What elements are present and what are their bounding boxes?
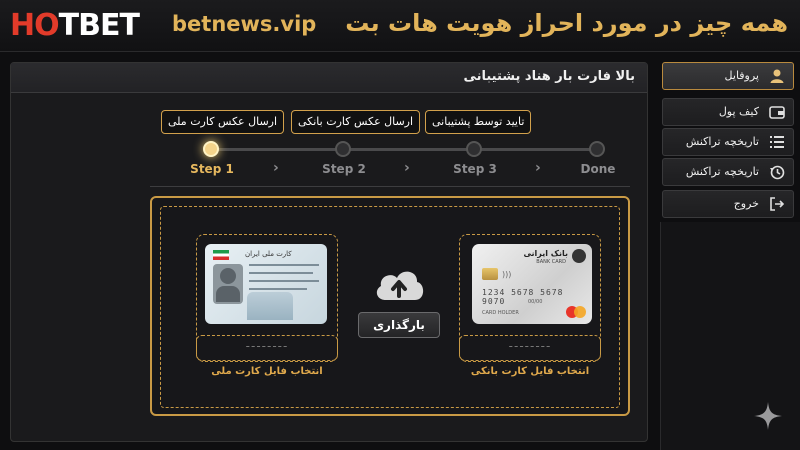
- chevron-right-icon: ›: [404, 160, 410, 176]
- building-watermark: [247, 292, 293, 320]
- logout-icon: [769, 196, 785, 212]
- mastercard-orange-icon: [574, 306, 586, 318]
- id-line: [249, 280, 319, 282]
- hotbet-logo[interactable]: HOTBET: [10, 8, 140, 43]
- step1-dot[interactable]: [203, 141, 219, 157]
- id-line: [249, 272, 313, 274]
- card-expiry: 00/00: [528, 299, 543, 305]
- step3-label: Step 3: [453, 162, 497, 176]
- sidebar-item-logout[interactable]: خروج: [662, 190, 794, 218]
- steps-track: [208, 148, 598, 151]
- site-url: betnews.vip: [172, 12, 317, 36]
- step2-tooltip: ارسال عکس کارت بانکی: [291, 110, 421, 134]
- upload-button[interactable]: بارگذاری: [358, 312, 440, 338]
- bank-card-file-field[interactable]: --------: [459, 335, 601, 361]
- list-icon: [769, 134, 785, 150]
- step3-dot[interactable]: [466, 141, 482, 157]
- step1-label: Step 1: [190, 162, 234, 176]
- card-holder: CARD HOLDER: [482, 310, 519, 316]
- id-card-file-field[interactable]: --------: [196, 335, 338, 361]
- page-headline: همه چیز در مورد احراز هویت هات بت: [345, 9, 788, 37]
- cloud-upload-icon: [376, 271, 424, 300]
- bank-card-sub: BANK CARD: [536, 259, 566, 265]
- sidebar-item-profile[interactable]: پروفایل: [662, 62, 794, 90]
- chevron-right-icon: ›: [535, 160, 541, 176]
- id-line: [249, 264, 319, 266]
- user-icon: [769, 68, 785, 84]
- id-card-caption: انتخاب فایل کارت ملی: [211, 366, 323, 377]
- sidebar-item-history[interactable]: تاریخچه تراکنش: [662, 158, 794, 186]
- sidebar-item-wallet[interactable]: کیف پول: [662, 98, 794, 126]
- step3-tooltip: تایید توسط پشتیبانی: [425, 110, 532, 134]
- step1-tooltip: ارسال عکس کارت ملی: [161, 110, 285, 134]
- chevron-right-icon: ›: [273, 160, 279, 176]
- id-card-title: کارت ملی ایران: [245, 250, 292, 258]
- logo-ho: HO: [10, 8, 60, 43]
- sidebar-item-label: خروج: [733, 197, 759, 210]
- bank-card-image: بانک ایرانی BANK CARD ))) 1234 5678 5678…: [472, 244, 592, 324]
- done-label: Done: [580, 162, 616, 176]
- person-icon: [220, 268, 236, 284]
- divider: [150, 186, 630, 187]
- bank-logo-icon: [572, 249, 586, 263]
- panel-header: بالا فارت بار هناد پشتیبانی: [11, 63, 647, 93]
- step2-label: Step 2: [322, 162, 366, 176]
- history-icon: [769, 164, 785, 180]
- chip-icon: [482, 268, 498, 280]
- id-line: [249, 288, 307, 290]
- sidebar-item-label: کیف پول: [718, 105, 759, 118]
- contactless-icon: ))): [502, 270, 512, 279]
- logo-bet: BET: [78, 8, 140, 43]
- step2-dot[interactable]: [335, 141, 351, 157]
- wallet-icon: [769, 104, 785, 120]
- sidebar-item-transactions[interactable]: تاریخچه تراکنش: [662, 128, 794, 156]
- bank-name: بانک ایرانی: [523, 249, 568, 258]
- sidebar-item-label: تاریخچه تراکنش: [685, 135, 759, 148]
- sidebar-item-label: پروفایل: [724, 69, 759, 82]
- done-dot[interactable]: [589, 141, 605, 157]
- logo-t: T: [58, 8, 79, 43]
- top-bar: HOTBET betnews.vip همه چیز در مورد احراز…: [0, 0, 800, 52]
- sparkle-icon: [754, 402, 782, 430]
- national-id-card-image: کارت ملی ایران: [205, 244, 327, 324]
- person-body: [216, 286, 240, 302]
- sidebar-item-label: تاریخچه تراکنش: [685, 165, 759, 178]
- iran-flag-icon: [213, 250, 229, 260]
- panel-title: بالا فارت بار هناد پشتیبانی: [463, 69, 635, 84]
- bank-card-caption: انتخاب فایل کارت بانکی: [470, 366, 590, 377]
